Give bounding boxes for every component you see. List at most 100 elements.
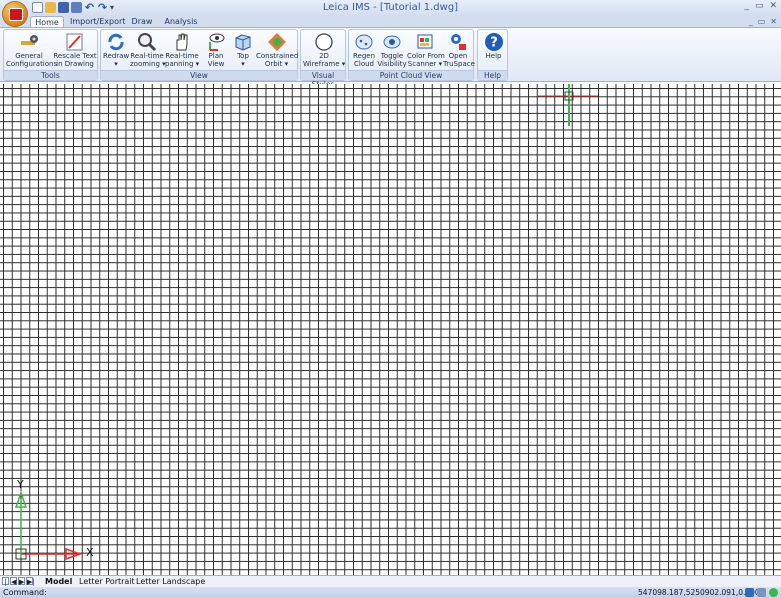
redraw-button[interactable]: Redraw ▾ <box>103 32 129 72</box>
undo-icon[interactable]: ↶ <box>84 2 95 13</box>
group-view: Redraw ▾ Real-time zooming ▾ Real-time p… <box>100 29 298 81</box>
doc-restore-button[interactable]: ▭ <box>758 17 766 26</box>
redraw-icon <box>106 32 126 52</box>
configuration-wrench-icon <box>19 32 39 52</box>
configurations-label: Configurations <box>6 60 58 68</box>
save-icon[interactable] <box>58 2 69 13</box>
orbit-icon <box>267 32 287 52</box>
rescale-text-icon <box>65 32 85 52</box>
group-point-cloud-view: Regen Cloud Toggle Visibility Color From… <box>348 29 475 81</box>
realtime-zoom-label: Real-time <box>130 52 164 60</box>
help-label: Help <box>485 52 502 60</box>
zoom-magnifier-icon <box>137 32 157 52</box>
customize-qat-icon[interactable]: ▾ <box>110 2 118 13</box>
coordinate-readout: 547098.187,5250902.091,0.000 <box>638 588 760 597</box>
close-button[interactable]: ✕ <box>769 1 777 11</box>
new-file-icon[interactable] <box>32 2 43 13</box>
in-drawing-label: in Drawing <box>56 60 94 68</box>
plan-label: Plan <box>208 52 224 60</box>
wireframe-label[interactable]: Wireframe ▾ <box>303 60 345 68</box>
wireframe-button[interactable]: 2D Wireframe ▾ <box>303 32 345 72</box>
visibility-eye-icon <box>382 32 402 52</box>
status-ok-icon[interactable] <box>769 588 778 597</box>
group-tools: General Configurations Rescale Text in D… <box>3 29 98 81</box>
previous-layout-button[interactable]: ◀ <box>10 577 17 586</box>
realtime-pan-label: Real-time <box>165 52 199 60</box>
layout-tab-bar: |◀ ◀ ▶ ▶| Model Letter Portrait Letter L… <box>0 575 781 594</box>
open-folder-icon[interactable] <box>45 2 56 13</box>
color-from-label: Color From <box>407 52 445 60</box>
general-configurations-button[interactable]: General Configurations <box>6 32 58 72</box>
minimize-button[interactable]: _ <box>744 1 749 11</box>
toggle-visibility-button[interactable]: Toggle Visibility <box>377 32 407 72</box>
color-scanner-icon <box>415 32 435 52</box>
panning-label[interactable]: panning ▾ <box>165 60 199 68</box>
orbit-label[interactable]: Orbit ▾ <box>256 60 297 68</box>
last-layout-button[interactable]: ▶| <box>26 577 35 586</box>
ucs-x-label: X <box>86 546 94 559</box>
plan-view-button[interactable]: Plan View <box>202 32 230 72</box>
drawing-canvas[interactable]: Y X <box>0 84 781 575</box>
rescale-text-label: Rescale Text <box>53 52 97 60</box>
regen-cloud-button[interactable]: Regen Cloud <box>351 32 377 72</box>
top-dropdown[interactable]: ▾ <box>231 60 255 68</box>
top-label: Top <box>237 52 249 60</box>
open-truspace-button[interactable]: Open TruSpace <box>443 32 475 72</box>
constrained-orbit-button[interactable]: Constrained Orbit ▾ <box>256 32 298 72</box>
open-label: Open <box>448 52 468 60</box>
general-label: General <box>15 52 43 60</box>
command-line-label[interactable]: Command: <box>3 587 47 598</box>
rescale-text-button[interactable]: Rescale Text in Drawing <box>53 32 97 72</box>
truspace-label: TruSpace <box>443 60 475 68</box>
next-layout-button[interactable]: ▶ <box>18 577 25 586</box>
group-help: ? Help Help <box>477 29 508 81</box>
svg-text:?: ? <box>490 36 498 51</box>
toggle-label: Toggle <box>380 52 404 60</box>
layout-tab-letter-portrait[interactable]: Letter Portrait <box>79 576 135 587</box>
group-visual-styles: 2D Wireframe ▾ Visual Styles <box>300 29 346 89</box>
wireframe-circle-icon <box>314 32 334 52</box>
layout-tab-letter-landscape[interactable]: Letter Landscape <box>136 576 205 587</box>
redraw-dropdown[interactable]: ▾ <box>103 60 129 68</box>
group-title-point-cloud-view: Point Cloud View <box>349 70 473 80</box>
top-view-cube-icon <box>233 32 253 52</box>
regen-cloud-icon <box>354 32 374 52</box>
doc-close-button[interactable]: ✕ <box>770 17 777 26</box>
ucs-icon: Y X <box>8 478 98 564</box>
scanner-label[interactable]: Scanner ▾ <box>407 60 443 68</box>
color-from-scanner-button[interactable]: Color From Scanner ▾ <box>407 32 445 72</box>
plan-view-eye-icon <box>206 32 226 52</box>
realtime-zoom-button[interactable]: Real-time zooming ▾ <box>130 32 166 72</box>
layout-nav-buttons: |◀ ◀ ▶ ▶| <box>2 577 35 594</box>
group-title-tools: Tools <box>4 70 97 80</box>
wireframe-2d-label: 2D <box>319 52 329 60</box>
layout-tab-model[interactable]: Model <box>45 576 72 587</box>
ribbon: General Configurations Rescale Text in D… <box>0 27 781 89</box>
group-title-view: View <box>101 70 297 80</box>
realtime-pan-button[interactable]: Real-time panning ▾ <box>165 32 199 72</box>
status-icons <box>745 588 778 597</box>
window-controls: _ ▭ ✕ <box>744 1 777 11</box>
restore-button[interactable]: ▭ <box>755 1 764 11</box>
visibility-label: Visibility <box>377 60 407 68</box>
group-title-visual-styles: Visual Styles <box>301 70 345 89</box>
save-as-icon[interactable] <box>71 2 82 13</box>
redraw-label: Redraw <box>103 52 130 60</box>
ucs-y-label: Y <box>17 478 24 491</box>
top-view-button[interactable]: Top ▾ <box>231 32 255 72</box>
pan-hand-icon <box>172 32 192 52</box>
first-layout-button[interactable]: |◀ <box>2 577 9 594</box>
zooming-label[interactable]: zooming ▾ <box>130 60 166 68</box>
document-controls: _ ▭ ✕ <box>749 17 777 26</box>
truspace-pin-icon <box>448 32 468 52</box>
window-layout-icon[interactable] <box>757 588 766 597</box>
group-title-help: Help <box>478 70 507 80</box>
redo-icon[interactable]: ↷ <box>97 2 108 13</box>
quick-access-toolbar: ↶ ↷ ▾ <box>32 2 118 14</box>
settings-gear-icon[interactable] <box>745 588 754 597</box>
application-menu-button[interactable] <box>3 2 27 26</box>
regen-label: Regen <box>352 52 376 60</box>
help-button[interactable]: ? Help <box>480 32 507 72</box>
doc-minimize-button[interactable]: _ <box>749 17 753 26</box>
status-bar: Command: 547098.187,5250902.091,0.000 <box>0 587 781 598</box>
